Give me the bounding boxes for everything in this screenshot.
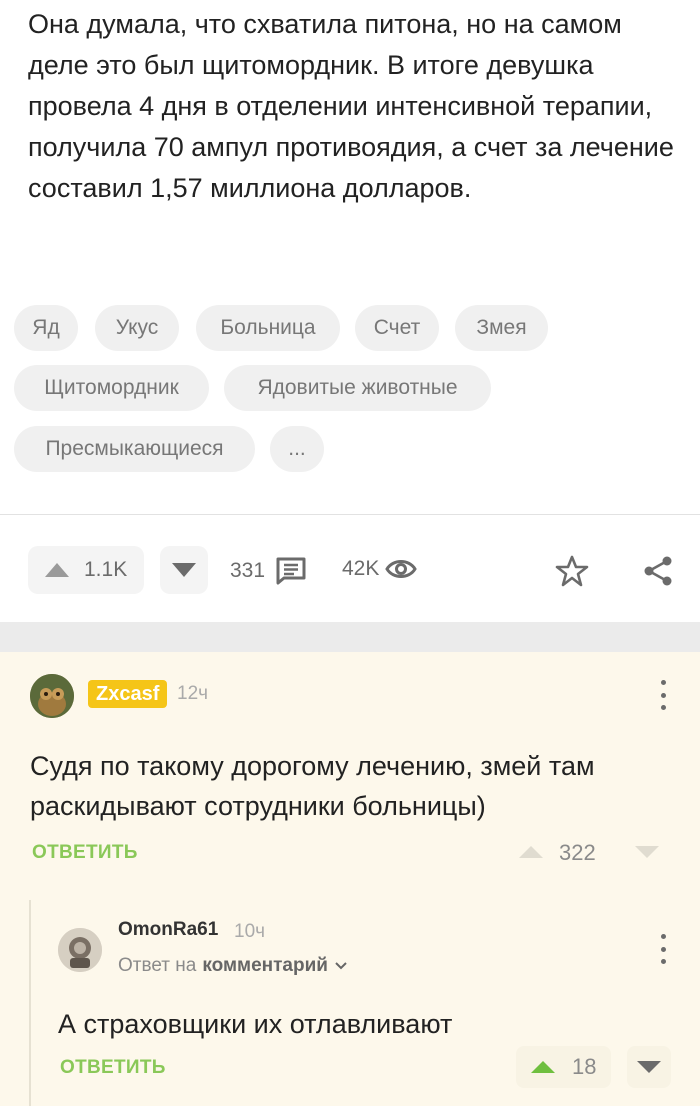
upvote-button[interactable]: 1.1K	[28, 546, 144, 594]
downvote-icon	[171, 562, 197, 578]
comments-icon	[275, 557, 307, 585]
reply-button[interactable]: ОТВЕТИТЬ	[60, 1057, 166, 1079]
avatar[interactable]	[58, 928, 102, 972]
reply-button[interactable]: ОТВЕТИТЬ	[32, 842, 138, 864]
tag[interactable]: Укус	[95, 305, 179, 351]
comment-author-badge[interactable]: Zxcasf	[88, 680, 168, 708]
tag[interactable]: Больница	[196, 305, 340, 351]
comment-text: Судя по такому дорогому лечению, змей та…	[30, 751, 595, 821]
downvote-icon	[636, 1060, 662, 1074]
share-icon[interactable]	[640, 553, 676, 589]
tag[interactable]: Яд	[14, 305, 78, 351]
reply-to-target: комментарий	[202, 955, 328, 976]
comments-count: 331	[230, 559, 266, 582]
tag[interactable]: Счет	[355, 305, 439, 351]
comment-rating: 18	[572, 1054, 597, 1079]
upvote-icon	[530, 1060, 556, 1074]
post-card: Она думала, что схватила питона, но на с…	[0, 0, 700, 622]
upvote-button[interactable]: 18	[516, 1046, 611, 1088]
comment-text: А страховщики их отлавливают	[58, 1009, 453, 1039]
tag[interactable]: Пресмыкающиеся	[14, 426, 255, 472]
comment-rating: 322	[559, 840, 596, 865]
tag[interactable]: Змея	[455, 305, 548, 351]
chevron-down-icon	[334, 961, 348, 971]
comment-author[interactable]: OmonRa61	[118, 919, 218, 941]
views-icon	[385, 557, 418, 581]
comment-time: 10ч	[234, 921, 266, 942]
star-icon[interactable]	[554, 553, 590, 589]
upvote-icon[interactable]	[518, 845, 544, 859]
divider	[0, 514, 700, 515]
comments-counter[interactable]: 331	[230, 557, 307, 585]
post-text: Она думала, что схватила питона, но на с…	[28, 9, 674, 203]
downvote-icon[interactable]	[634, 845, 660, 859]
views-counter: 42K	[342, 557, 418, 581]
reply-to-link[interactable]: Ответ на комментарий	[118, 955, 348, 977]
downvote-button[interactable]	[627, 1046, 671, 1088]
thread-line	[29, 900, 31, 1106]
comment-time: 12ч	[177, 683, 209, 704]
more-icon[interactable]	[653, 934, 673, 964]
tag[interactable]: Ядовитые животные	[224, 365, 491, 411]
avatar[interactable]	[30, 674, 74, 718]
views-count: 42K	[342, 557, 380, 580]
downvote-button[interactable]	[160, 546, 208, 594]
upvote-icon	[44, 562, 70, 578]
tag-more[interactable]: ...	[270, 426, 324, 472]
tag[interactable]: Щитомордник	[14, 365, 209, 411]
more-icon[interactable]	[653, 680, 673, 710]
comments-section: Zxcasf 12ч Судя по такому дорогому лечен…	[0, 652, 700, 1106]
reply-to-prefix: Ответ на	[118, 955, 197, 976]
post-rating: 1.1K	[84, 558, 128, 581]
